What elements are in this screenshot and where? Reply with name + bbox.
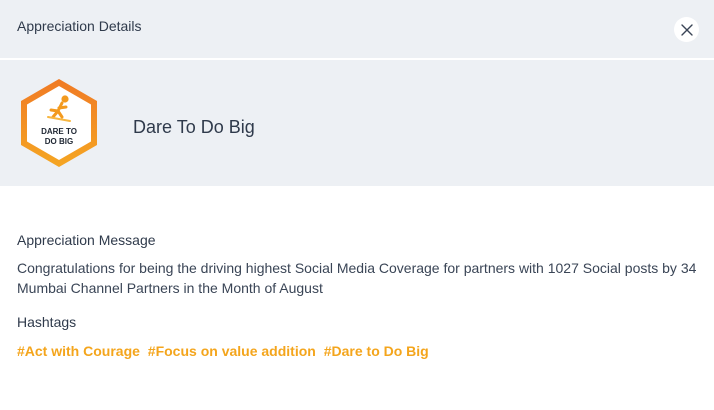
- modal-header: Appreciation Details: [0, 0, 714, 60]
- close-button[interactable]: [674, 17, 699, 42]
- badge-text: DARE TO DO BIG: [18, 127, 100, 147]
- hashtag: #Act with Courage: [17, 343, 140, 359]
- close-icon: [680, 23, 693, 36]
- badge-name: Dare To Do Big: [133, 117, 255, 137]
- hashtag: #Dare to Do Big: [323, 343, 429, 359]
- appreciation-details-modal: Appreciation Details DARE TO DO BIG Dare…: [0, 0, 714, 410]
- modal-title: Appreciation Details: [17, 18, 142, 34]
- badge-text-line2: DO BIG: [44, 137, 74, 146]
- badge-image: DARE TO DO BIG: [18, 77, 100, 169]
- badge-section: DARE TO DO BIG Dare To Do Big: [0, 60, 714, 186]
- badge-hexagon: [21, 79, 97, 167]
- appreciation-content: Appreciation Message Congratulations for…: [17, 232, 707, 359]
- message-label: Appreciation Message: [17, 232, 156, 248]
- hashtags-label: Hashtags: [17, 314, 77, 330]
- hashtags-list: #Act with Courage #Focus on value additi…: [17, 343, 707, 359]
- appreciation-message: Congratulations for being the driving hi…: [17, 260, 697, 296]
- badge-text-line1: DARE TO: [41, 127, 77, 136]
- hashtag: #Focus on value addition: [147, 343, 316, 359]
